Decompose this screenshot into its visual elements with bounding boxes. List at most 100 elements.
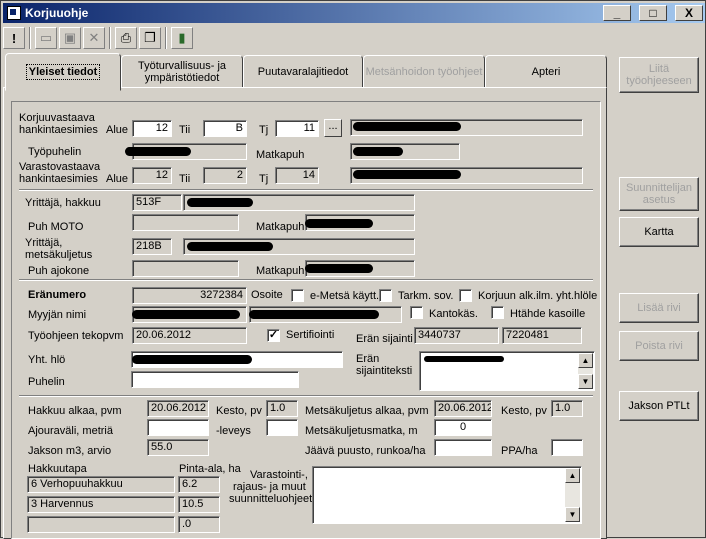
redaction-mark xyxy=(187,198,253,207)
sertifiointi-label: Sertifiointi xyxy=(286,329,335,341)
toolbar-separator xyxy=(109,27,111,49)
puhelin-label: Puhelin xyxy=(28,376,65,388)
yrittaja-metsa-label-2: metsäkuljetus xyxy=(25,249,93,261)
toolbar-separator xyxy=(165,27,167,49)
tab-puutavaralajitiedot[interactable]: Puutavaralajitiedot xyxy=(243,55,363,89)
metsakuljetusmatka-input[interactable]: 0 xyxy=(434,419,492,436)
eranumero-label: Eränumero xyxy=(28,289,87,301)
minimize-button[interactable]: _ xyxy=(603,5,631,21)
matkapuh-label: Matkapuh xyxy=(256,265,305,277)
tab-metsanhoidon-tyoohjeet[interactable]: Metsänhoidon työohjeet xyxy=(363,55,485,89)
tab-label: Työturvallisuus- ja ympäristötiedot xyxy=(137,60,227,84)
htahde-checkbox[interactable] xyxy=(491,306,504,319)
redaction-mark xyxy=(132,355,252,364)
kantokas-label: Kantokäs. xyxy=(429,308,478,320)
varasto-tj-field: 14 xyxy=(275,167,319,184)
scroll-up-icon[interactable]: ▲ xyxy=(565,468,580,483)
redaction-mark xyxy=(424,356,504,362)
ajouravali-input[interactable] xyxy=(147,419,209,436)
sertifiointi-checkbox[interactable]: ✓ xyxy=(267,329,280,342)
sijaintiteksti-textarea[interactable]: ▲ ▼ xyxy=(419,351,595,391)
metsa-kesto-field: 1.0 xyxy=(551,400,583,417)
app-icon xyxy=(7,6,21,20)
leveys-label: -leveys xyxy=(216,425,251,437)
lisaa-rivi-button[interactable]: Lisää rivi xyxy=(619,293,699,323)
copy-icon[interactable]: ❐ xyxy=(139,27,161,49)
redaction-mark xyxy=(305,219,373,228)
tab-tyoturvallisuus[interactable]: Työturvallisuus- ja ympäristötiedot xyxy=(121,55,243,89)
htahde-label: Htähde kasoille xyxy=(510,308,586,320)
close-button[interactable]: X xyxy=(675,5,703,21)
metsa-alkaa-label: Metsäkuljetus alkaa, pvm xyxy=(305,405,429,417)
redaction-mark xyxy=(249,310,379,319)
browse-button[interactable]: ... xyxy=(324,119,342,137)
pinta-ala-row-1[interactable]: 6.2 xyxy=(178,476,220,493)
pinta-ala-row-3[interactable]: .0 xyxy=(178,516,220,533)
emetsa-checkbox[interactable] xyxy=(291,289,304,302)
leveys-input[interactable] xyxy=(266,419,298,436)
scroll-up-icon[interactable]: ▲ xyxy=(578,353,593,368)
scroll-down-icon[interactable]: ▼ xyxy=(578,374,593,389)
divider xyxy=(19,395,593,397)
korjuu-tii-input[interactable]: B xyxy=(203,120,247,137)
puh-moto-field xyxy=(132,214,239,231)
kartta-button[interactable]: Kartta xyxy=(619,217,699,247)
sijaintiteksti-label: Erän xyxy=(356,353,380,365)
tekopvm-label: Työohjeen tekopvm xyxy=(28,330,124,342)
korjuun-alk-checkbox[interactable] xyxy=(459,289,472,302)
redaction-mark xyxy=(187,242,273,251)
scrollbar[interactable]: ▲ ▼ xyxy=(565,468,580,522)
eranumero-field: 3272384 xyxy=(132,287,247,304)
sijainti-x-field: 3440737 xyxy=(414,327,499,344)
yhthlo-label: Yht. hlö xyxy=(28,354,66,366)
book-icon[interactable]: ▮ xyxy=(171,27,193,49)
redaction-mark xyxy=(132,310,240,319)
app-window: Korjuuohje _ □ X ! ▭ ▣ ✕ ⎙ ❐ ▮ Yleiset t… xyxy=(0,0,706,539)
varastointi-label-2: rajaus- ja muut xyxy=(233,481,306,493)
button-label: Liitä työohjeeseen xyxy=(626,63,692,87)
pinta-ala-row-2[interactable]: 10.5 xyxy=(178,496,220,513)
yrittaja-hakkuu-code: 513F xyxy=(132,194,182,211)
hakkuutapa-row-3[interactable] xyxy=(27,516,175,533)
osoite-label: Osoite xyxy=(251,289,283,301)
button-label: Poista rivi xyxy=(635,340,683,352)
varastointi-textarea[interactable]: ▲ ▼ xyxy=(312,466,582,524)
hakkuu-kesto-field: 1.0 xyxy=(266,400,298,417)
tab-label: Yleiset tiedot xyxy=(25,64,101,80)
print-icon[interactable]: ⎙ xyxy=(115,27,137,49)
tab-apteri[interactable]: Apteri xyxy=(485,55,607,89)
yrittaja-metsa-code: 218B xyxy=(132,238,172,255)
myyjan-nimi-label: Myyjän nimi xyxy=(28,309,87,321)
metsakuljetusmatka-label: Metsäkuljetusmatka, m xyxy=(305,425,418,437)
hakkuutapa-row-2[interactable]: 3 Harvennus xyxy=(27,496,175,513)
toolbar-separator xyxy=(29,27,31,49)
jaava-puusto-input[interactable] xyxy=(434,439,492,456)
hakkuutapa-row-1[interactable]: 6 Verhopuuhakkuu xyxy=(27,476,175,493)
suunnittelijan-asetus-button[interactable]: Suunnittelijan asetus xyxy=(619,177,699,211)
korjuu-tj-input[interactable]: 11 xyxy=(275,120,319,137)
exclamation-glyph: ! xyxy=(11,30,17,46)
pinta-ala-label: Pinta-ala, ha xyxy=(179,463,241,475)
delete-icon[interactable]: ✕ xyxy=(83,27,105,49)
maximize-button[interactable]: □ xyxy=(639,5,667,21)
save-icon[interactable]: ▣ xyxy=(59,27,81,49)
tekopvm-field: 20.06.2012 xyxy=(132,327,247,344)
liita-tyoohjeeseen-button[interactable]: Liitä työohjeeseen xyxy=(619,57,699,93)
alue-label: Alue xyxy=(106,173,129,185)
tab-yleiset-tiedot[interactable]: Yleiset tiedot xyxy=(5,53,121,91)
hakkuutapa-label: Hakkuutapa xyxy=(28,463,87,475)
ppa-input[interactable] xyxy=(551,439,583,456)
button-label: Jakson PTLt xyxy=(628,400,690,412)
exclamation-icon[interactable]: ! xyxy=(3,27,25,49)
puhelin-input[interactable] xyxy=(131,371,299,388)
scrollbar[interactable]: ▲ ▼ xyxy=(578,353,593,389)
poista-rivi-button[interactable]: Poista rivi xyxy=(619,331,699,361)
scroll-down-icon[interactable]: ▼ xyxy=(565,507,580,522)
jakson-ptlt-button[interactable]: Jakson PTLt xyxy=(619,391,699,421)
matkapuh-label: Matkapuh xyxy=(256,149,305,161)
tarkm-checkbox[interactable] xyxy=(379,289,392,302)
redaction-mark xyxy=(353,122,461,131)
korjuu-alue-input[interactable]: 12 xyxy=(132,120,172,137)
kantokas-checkbox[interactable] xyxy=(410,306,423,319)
new-doc-icon[interactable]: ▭ xyxy=(35,27,57,49)
